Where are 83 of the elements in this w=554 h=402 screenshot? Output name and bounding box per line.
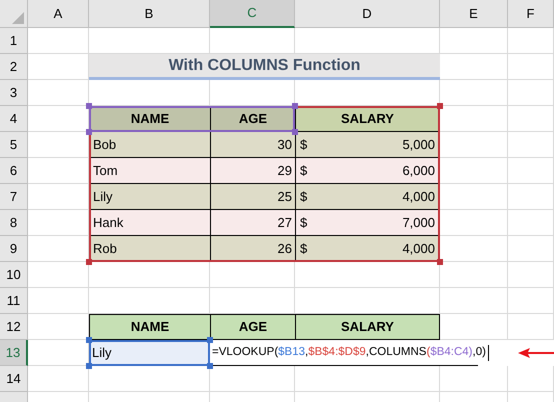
table-cell: 26 [210, 236, 295, 262]
table-cell: Rob [89, 236, 210, 262]
empty-cell[interactable] [295, 262, 440, 288]
row-header[interactable]: 2 [0, 54, 28, 80]
empty-cell[interactable] [508, 288, 554, 314]
selection-handle[interactable] [437, 259, 443, 265]
selection-handle[interactable] [86, 363, 92, 369]
row-header[interactable]: 12 [0, 314, 28, 340]
table-cell: 29 [210, 158, 295, 184]
table-cell-text: $ [300, 240, 308, 258]
table-cell: Tom [89, 158, 210, 184]
table-cell-text: $ [300, 136, 308, 154]
selection-handle[interactable] [292, 129, 298, 135]
row-header[interactable]: 3 [0, 80, 28, 106]
corner-triangle-icon [12, 12, 24, 24]
row-header[interactable]: 14 [0, 366, 28, 392]
selection-handle[interactable] [86, 259, 92, 265]
row-header[interactable]: 7 [0, 184, 28, 210]
selection-handle[interactable] [207, 337, 213, 343]
row-header[interactable]: 5 [0, 132, 28, 158]
text-cursor [488, 344, 489, 360]
selection-handle[interactable] [292, 103, 298, 109]
empty-cell[interactable] [508, 54, 554, 80]
selection-handle[interactable] [437, 103, 443, 109]
empty-cell[interactable] [210, 262, 295, 288]
empty-cell[interactable] [89, 80, 210, 106]
empty-cell[interactable] [508, 236, 554, 262]
empty-cell[interactable] [508, 262, 554, 288]
arrow-icon [518, 348, 554, 358]
column-header[interactable]: A [28, 0, 89, 28]
row-header[interactable] [0, 392, 28, 402]
column-header[interactable]: F [508, 0, 554, 28]
table-cell: Bob [89, 132, 210, 158]
table-cell: 25 [210, 184, 295, 210]
table-cell: Hank [89, 210, 210, 236]
table-cell-text: $ [300, 162, 308, 180]
row-header[interactable]: 1 [0, 28, 28, 54]
formula-text[interactable]: =VLOOKUP($B13,$B$4:$D$9,COLUMNS($B4:C4),0) [210, 344, 486, 362]
selection-handle[interactable] [86, 337, 92, 343]
select-all-corner[interactable] [0, 0, 28, 28]
empty-cell[interactable] [440, 366, 508, 392]
table-cell-text: $ [300, 214, 308, 232]
column-heading: SALARY [295, 314, 440, 340]
selection-handle[interactable] [86, 129, 92, 135]
empty-cell[interactable] [508, 314, 554, 340]
title-cell: With COLUMNS Function [89, 54, 440, 80]
row-header[interactable]: 11 [0, 288, 28, 314]
column-header[interactable]: D [295, 0, 440, 28]
table-cell-text: $ [300, 188, 308, 206]
table-cell: 27 [210, 210, 295, 236]
table-cell-text: 5,000 [402, 136, 435, 154]
table-cell: Lily [89, 184, 210, 210]
row-header[interactable]: 6 [0, 158, 28, 184]
empty-cell[interactable] [508, 366, 554, 392]
column-heading: AGE [210, 314, 295, 340]
empty-cell[interactable] [508, 80, 554, 106]
empty-cell[interactable] [89, 262, 210, 288]
column-header[interactable]: C [210, 0, 295, 28]
empty-cell[interactable] [508, 210, 554, 236]
row-header[interactable]: 10 [0, 262, 28, 288]
table-cell-text: 4,000 [402, 240, 435, 258]
table-cell: 30 [210, 132, 295, 158]
row-header[interactable]: 8 [0, 210, 28, 236]
column-header[interactable]: E [440, 0, 508, 28]
empty-cell[interactable] [508, 106, 554, 132]
empty-cell[interactable] [440, 288, 508, 314]
column-heading: NAME [89, 314, 210, 340]
row-header[interactable]: 9 [0, 236, 28, 262]
table-cell-text: 4,000 [402, 188, 435, 206]
empty-cell[interactable] [440, 28, 508, 54]
empty-cell[interactable] [508, 158, 554, 184]
selection-handle[interactable] [207, 363, 213, 369]
table-cell-text: 6,000 [402, 162, 435, 180]
empty-cell[interactable] [508, 28, 554, 54]
empty-cell[interactable] [508, 184, 554, 210]
column-heading: SALARY [295, 106, 440, 132]
selection-handle[interactable] [86, 103, 92, 109]
row-header[interactable]: 4 [0, 106, 28, 132]
empty-cell[interactable] [508, 132, 554, 158]
column-header[interactable]: B [89, 0, 210, 28]
row-header[interactable]: 13 [0, 340, 28, 366]
table-cell-text: 7,000 [402, 214, 435, 232]
empty-cell[interactable] [295, 366, 440, 392]
